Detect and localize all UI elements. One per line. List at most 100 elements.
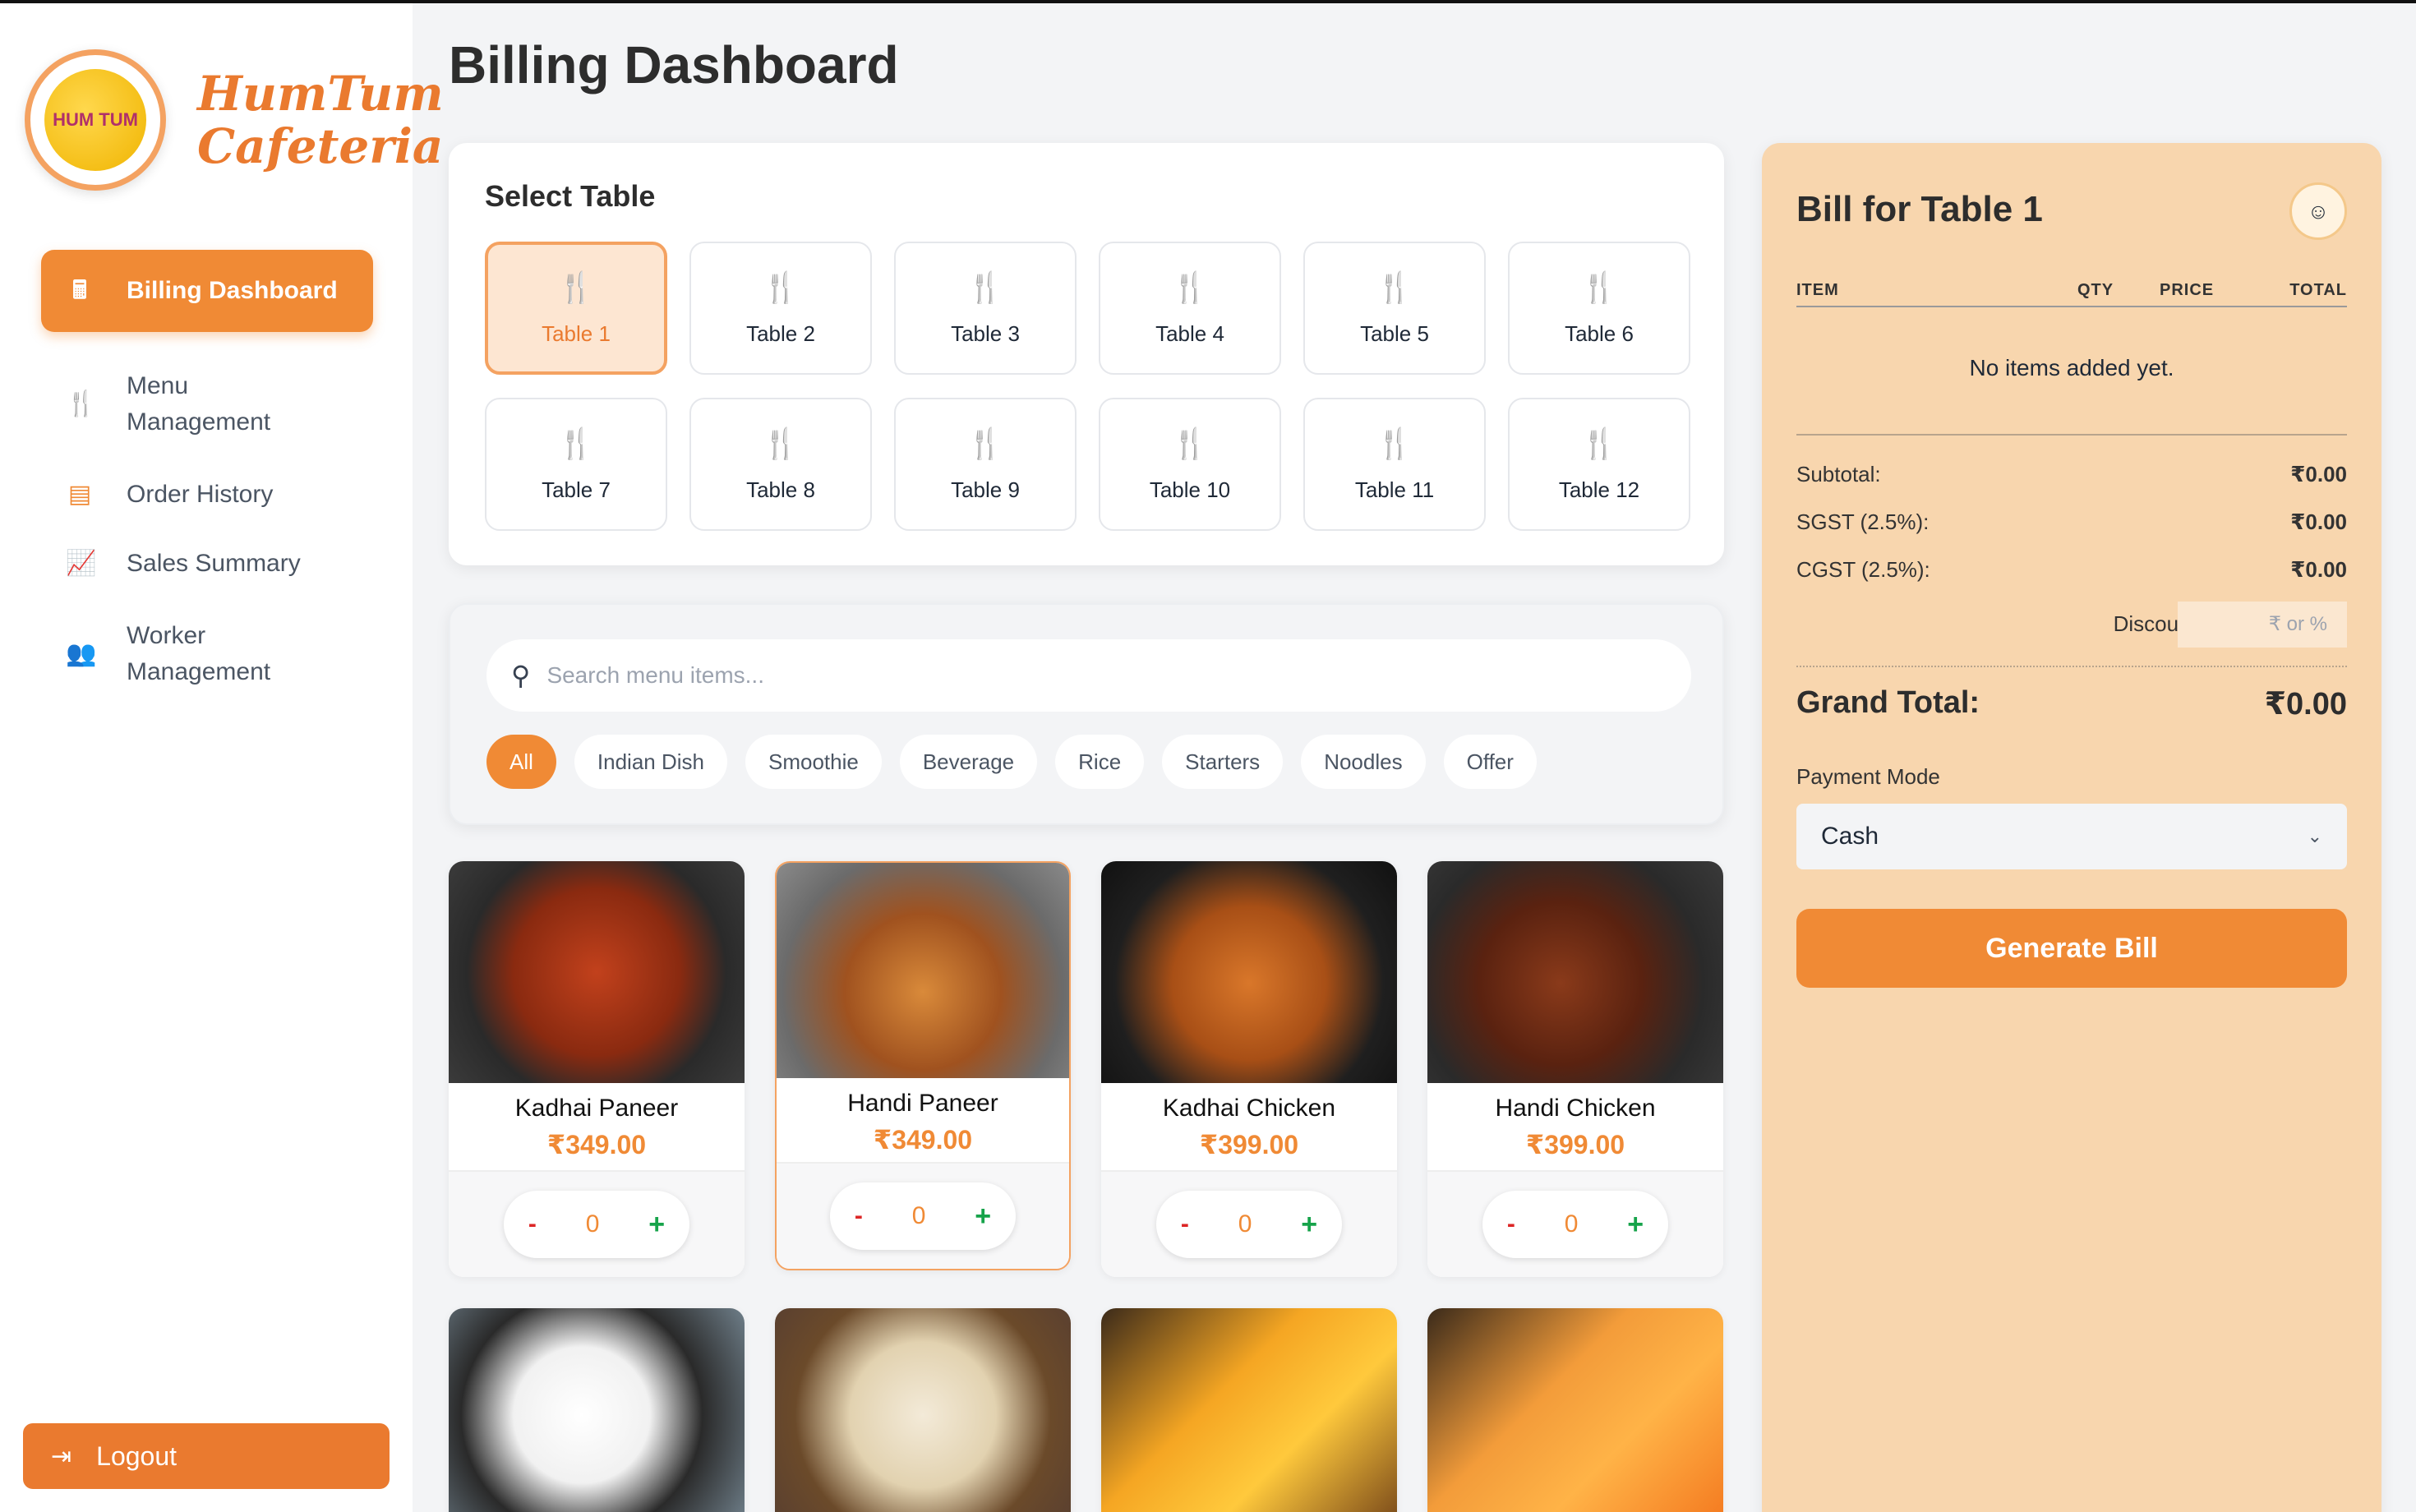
menu-item-price: ₹349.00 [873,1125,973,1155]
table-grid: 🍴 Table 1 🍴 Table 2 🍴 Table 3 🍴 Table 4 🍴 Tab… [485,242,1690,531]
sgst-row: SGST (2.5%): ₹0.00 [1796,509,2347,535]
table-label: Table 5 [1360,320,1429,346]
table-button-11[interactable]: 🍴 Table 11 [1303,398,1486,531]
table-button-5[interactable]: 🍴 Table 5 [1303,242,1486,375]
table-selector-card: Select Table 🍴 Table 1 🍴 Table 2 🍴 Table 3 … [449,143,1724,565]
generate-bill-button[interactable]: Generate Bill [1796,909,2347,988]
decrease-quantity-button[interactable]: - [1181,1210,1189,1238]
category-chip-all[interactable]: All [486,735,556,789]
table-button-3[interactable]: 🍴 Table 3 [894,242,1077,375]
category-chip-smoothie[interactable]: Smoothie [745,735,882,789]
food-image [449,861,745,1083]
food-image [449,1308,745,1512]
table-label: Table 4 [1155,320,1224,346]
column-item: ITEM [1796,281,1839,299]
sidebar-nav: 🖩 Billing Dashboard 🍴 Menu Management ▤ … [41,250,373,726]
cgst-row: CGST (2.5%): ₹0.00 [1796,557,2347,583]
payment-mode-value: Cash [1821,823,1879,850]
increase-quantity-button[interactable]: + [975,1201,991,1233]
quantity-value: 0 [585,1210,600,1238]
logo-mascot-icon: HUM TUM [44,69,146,171]
quantity-stepper: - 0 + [504,1191,689,1258]
food-image [777,863,1069,1078]
sidebar-item-order-history[interactable]: ▤ Order History [41,477,373,513]
grand-total-label: Grand Total: [1796,685,1980,720]
table-button-4[interactable]: 🍴 Table 4 [1099,242,1281,375]
grand-total-row: Grand Total: ₹0.00 [1796,685,2347,721]
table-label: Table 12 [1558,477,1640,502]
sidebar-item-label: Worker Management [127,618,270,690]
subtotal-value: ₹0.00 [2290,462,2347,486]
category-chip-noodles[interactable]: Noodles [1301,735,1426,789]
page-title: Billing Dashboard [449,35,899,94]
menu-card-rice-1 [449,1308,745,1512]
sign-out-icon: ⇥ [51,1442,72,1470]
grand-total-value: ₹0.00 [2264,687,2347,721]
category-chip-indian-dish[interactable]: Indian Dish [574,735,727,789]
bill-table-header: ITEM QTY PRICE TOTAL [1796,273,2347,307]
table-button-7[interactable]: 🍴 Table 7 [485,398,667,531]
sidebar-item-label-line2: Management [127,408,271,436]
payment-mode-select[interactable]: Cash ⌄ [1796,804,2347,869]
table-label: Table 10 [1149,477,1231,502]
utensils-icon: 🍴 [1171,270,1209,304]
sidebar-item-label: Order History [127,481,274,508]
menu-card-smoothie-1 [1101,1308,1397,1512]
search-bar: ⚲ [486,639,1691,712]
chevron-down-icon: ⌄ [2307,826,2322,846]
divider [1796,434,2347,436]
table-button-10[interactable]: 🍴 Table 10 [1099,398,1281,531]
sidebar-item-menu-management[interactable]: 🍴 Menu Management [41,365,373,444]
table-button-12[interactable]: 🍴 Table 12 [1508,398,1690,531]
table-button-1[interactable]: 🍴 Table 1 [485,242,667,375]
increase-quantity-button[interactable]: + [1301,1209,1317,1241]
chart-line-icon: 📈 [66,550,97,577]
menu-item-footer: - 0 + [1101,1170,1397,1277]
menu-item-footer: - 0 + [777,1162,1069,1269]
decrease-quantity-button[interactable]: - [1507,1210,1515,1238]
sidebar-item-sales-summary[interactable]: 📈 Sales Summary [41,546,373,582]
category-chip-offer[interactable]: Offer [1443,735,1537,789]
table-button-9[interactable]: 🍴 Table 9 [894,398,1077,531]
food-image [1101,1308,1397,1512]
table-label: Table 7 [542,477,611,502]
utensils-icon: 🍴 [1376,426,1413,460]
discount-input[interactable] [2178,602,2347,648]
utensils-icon: 🍴 [557,426,595,460]
category-chip-rice[interactable]: Rice [1055,735,1145,789]
category-chip-starters[interactable]: Starters [1162,735,1284,789]
sidebar-item-worker-management[interactable]: 👥 Worker Management [41,615,373,694]
menu-item-name: Handi Chicken [1495,1095,1656,1122]
utensils-icon: 🍴 [66,390,97,417]
menu-item-name: Handi Paneer [847,1090,998,1117]
quantity-value: 0 [1564,1210,1579,1238]
increase-quantity-button[interactable]: + [648,1209,665,1241]
menu-item-name: Kadhai Paneer [514,1095,679,1122]
quantity-value: 0 [1238,1210,1252,1238]
table-button-2[interactable]: 🍴 Table 2 [689,242,872,375]
logout-button[interactable]: ⇥ Logout [23,1423,390,1489]
food-image [775,1308,1071,1512]
column-qty: QTY [2077,281,2114,299]
category-chip-beverage[interactable]: Beverage [899,735,1038,789]
subtotal-label: Subtotal: [1796,462,1881,486]
decrease-quantity-button[interactable]: - [855,1202,863,1230]
search-input[interactable] [546,662,1616,689]
table-label: Table 3 [951,320,1020,346]
sidebar-item-label: Billing Dashboard [127,277,338,304]
decrease-quantity-button[interactable]: - [528,1210,537,1238]
menu-card-rice-2 [775,1308,1071,1512]
logout-label: Logout [96,1441,178,1471]
table-button-8[interactable]: 🍴 Table 8 [689,398,872,531]
increase-quantity-button[interactable]: + [1627,1209,1644,1241]
table-button-6[interactable]: 🍴 Table 6 [1508,242,1690,375]
menu-card-handi-paneer: Handi Paneer ₹349.00 - 0 + [775,861,1071,1270]
sidebar-item-billing-dashboard[interactable]: 🖩 Billing Dashboard [41,250,373,332]
quantity-stepper: - 0 + [1156,1191,1342,1258]
cash-register-icon: 🖩 [72,277,87,304]
column-total: TOTAL [2289,281,2347,299]
menu-grid: Kadhai Paneer ₹349.00 - 0 + Handi Paneer… [449,861,1724,1512]
table-selector-heading: Select Table [485,179,656,213]
brand-name-line2: Cafeteria [197,118,444,174]
brand-name-line1: HumTum [197,66,444,122]
